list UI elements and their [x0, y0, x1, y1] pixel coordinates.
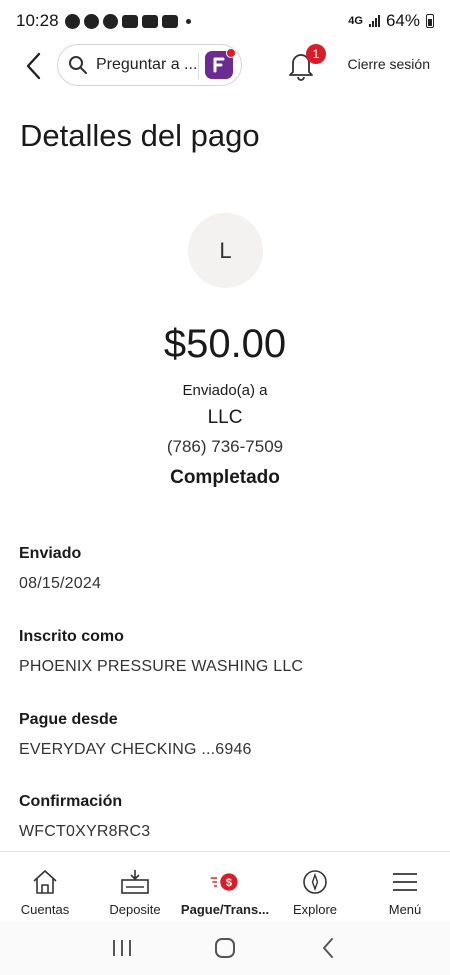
detail-value: WFCT0XYR8RC3 — [19, 823, 151, 840]
back-button[interactable] — [18, 50, 48, 82]
status-bar: 10:28 4G 64% — [0, 0, 450, 42]
nav-pay-transfer[interactable]: $ Pague/Trans... — [180, 852, 270, 921]
assistant-logo-icon[interactable] — [205, 48, 236, 79]
youtube-icon — [161, 14, 178, 28]
assistant-dot — [226, 48, 236, 58]
house-icon — [30, 868, 60, 896]
detail-pay-from: Pague desde EVERYDAY CHECKING ...6946 — [19, 711, 252, 759]
system-back-button[interactable] — [308, 928, 348, 968]
nav-label: Cuentas — [20, 902, 70, 917]
chevron-left-icon — [26, 52, 41, 80]
notification-badge: 1 — [306, 44, 326, 64]
search-placeholder: Preguntar a ... — [96, 56, 198, 73]
sent-to-label: Enviado(a) a — [182, 382, 268, 399]
battery-percent: 64% — [385, 11, 420, 30]
detail-value: PHOENIX PRESSURE WASHING LLC — [19, 658, 304, 675]
system-status: 4G 64% — [348, 11, 434, 31]
detail-confirmation: Confirmación WFCT0XYR8RC3 — [19, 793, 150, 841]
detail-value: 08/15/2024 — [19, 575, 102, 592]
top-nav: Preguntar a ... Cierre sesión — [0, 42, 450, 90]
detail-label: Enviado — [19, 545, 82, 562]
detail-label: Confirmación — [19, 793, 123, 810]
nav-accounts[interactable]: Cuentas — [0, 852, 90, 921]
payee-phone: (786) 736-7509 — [166, 437, 284, 456]
status-badge: Completado — [170, 467, 280, 488]
chat-icon — [83, 13, 99, 29]
youtube-icon — [141, 14, 158, 28]
recent-apps-icon — [112, 940, 131, 956]
recent-apps-button[interactable] — [102, 928, 142, 968]
back-arrow-icon — [323, 938, 334, 958]
youtube-icon — [121, 14, 138, 28]
status-time: 10:28 — [16, 11, 59, 30]
detail-sent-date: Enviado 08/15/2024 — [19, 545, 101, 593]
nav-label: Deposite — [109, 902, 161, 917]
nav-label: Menú — [388, 902, 422, 917]
avatar: L — [188, 213, 263, 288]
divider — [198, 53, 199, 79]
detail-enrolled-as: Inscrito como PHOENIX PRESSURE WASHING L… — [19, 628, 303, 676]
payment-amount: $50.00 — [163, 322, 287, 366]
bottom-nav: Cuentas Deposite $ Pague/Trans... Explor… — [0, 851, 450, 921]
nav-label: Explore — [292, 902, 338, 917]
nav-deposit[interactable]: Deposite — [90, 852, 180, 921]
facebook-icon — [102, 13, 118, 29]
detail-value: EVERYDAY CHECKING ...6946 — [19, 741, 252, 758]
nav-explore[interactable]: Explore — [270, 852, 360, 921]
page-title: Detalles del pago — [20, 118, 260, 153]
detail-label: Inscrito como — [19, 628, 124, 645]
compass-icon — [300, 868, 330, 896]
detail-label: Pague desde — [19, 711, 118, 728]
signal-icon — [368, 15, 380, 27]
nav-label: Pague/Trans... — [180, 902, 270, 917]
signout-link[interactable]: Cierre sesión — [348, 56, 430, 72]
home-icon — [214, 938, 235, 958]
system-nav — [0, 921, 450, 975]
hamburger-menu-icon — [390, 868, 420, 896]
svg-text:$: $ — [226, 877, 232, 889]
payee-name: LLC — [207, 407, 243, 428]
battery-icon — [426, 14, 434, 28]
more-notifications-icon — [185, 18, 191, 24]
assistant-search[interactable]: Preguntar a ... — [57, 44, 242, 86]
search-icon — [69, 56, 87, 74]
home-button[interactable] — [205, 928, 245, 968]
network-type: 4G — [348, 15, 363, 27]
notification-icons — [64, 13, 191, 29]
pay-transfer-icon: $ — [210, 868, 240, 896]
nav-menu[interactable]: Menú — [360, 852, 450, 921]
deposit-icon — [120, 868, 150, 896]
whatsapp-icon — [64, 13, 80, 29]
